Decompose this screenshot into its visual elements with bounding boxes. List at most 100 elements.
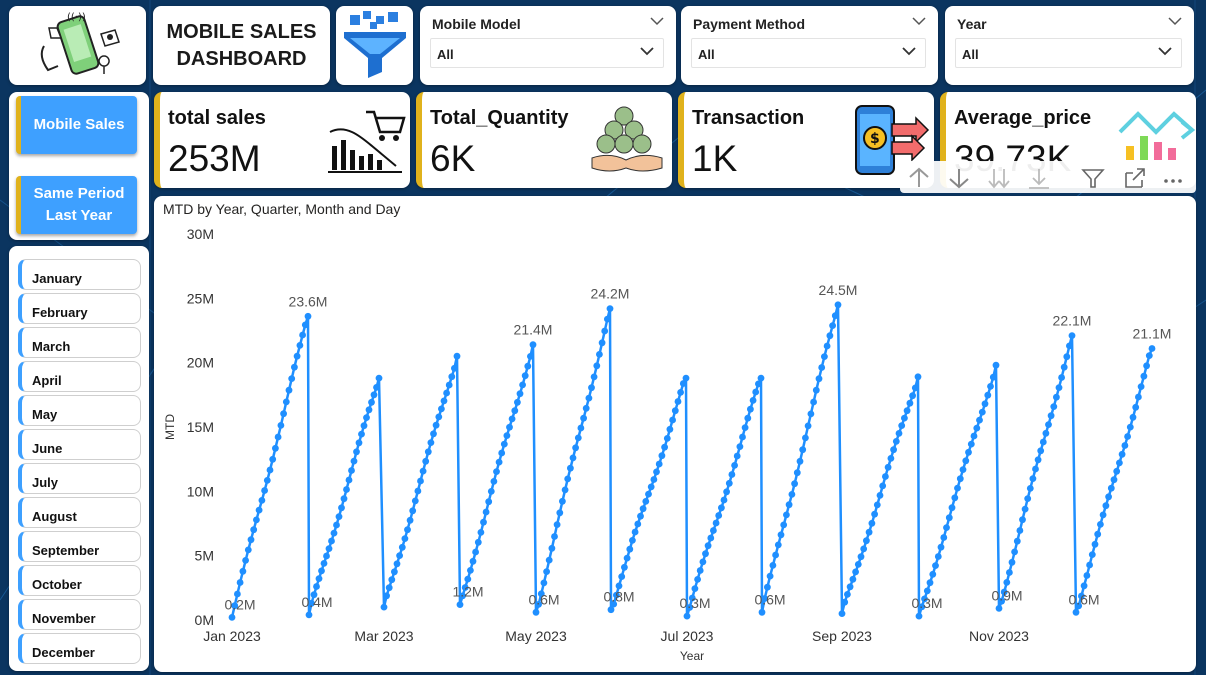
mobile-model-slicer[interactable]: Mobile Model All: [420, 6, 676, 85]
month-item-february[interactable]: February: [18, 293, 141, 324]
data-point: [863, 537, 870, 545]
data-point: [548, 544, 556, 552]
data-point: [250, 526, 258, 534]
data-point: [1140, 372, 1148, 380]
filter-panel-button[interactable]: [336, 6, 413, 85]
data-point: [815, 375, 823, 383]
data-point: [445, 381, 453, 389]
month-item-september[interactable]: September: [18, 531, 141, 562]
data-point: [1024, 495, 1032, 502]
data-point: [1113, 467, 1121, 475]
dashboard-title: MOBILE SALES DASHBOARD: [166, 20, 317, 70]
y-tick-label: 5M: [195, 548, 214, 564]
month-item-march[interactable]: March: [18, 327, 141, 358]
month-item-august[interactable]: August: [18, 497, 141, 528]
y-tick-label: 15M: [187, 419, 214, 435]
data-point: [255, 506, 263, 514]
data-point: [495, 458, 503, 466]
data-point: [404, 526, 411, 534]
data-point: [305, 611, 313, 619]
payment-method-slicer[interactable]: Payment Method All: [681, 6, 938, 85]
data-point: [934, 553, 942, 560]
data-point: [419, 467, 427, 475]
more-options-icon[interactable]: [1158, 165, 1188, 191]
data-point: [490, 478, 498, 485]
kpi-value: 1K: [692, 138, 738, 179]
data-point: [569, 454, 577, 462]
data-point: [313, 583, 320, 590]
data-point: [424, 448, 432, 456]
data-point: [545, 556, 553, 564]
data-point: [807, 410, 815, 418]
data-point: [1045, 421, 1052, 428]
chevron-down-icon[interactable]: [1168, 16, 1182, 26]
focus-mode-icon[interactable]: [1120, 165, 1150, 191]
year-slicer[interactable]: Year All: [945, 6, 1194, 85]
data-point: [480, 518, 487, 526]
data-point: [788, 491, 796, 498]
month-item-april[interactable]: April: [18, 361, 141, 392]
data-point: [943, 524, 950, 531]
data-point: [962, 457, 970, 465]
arrow-up-icon[interactable]: [904, 165, 934, 191]
data-point: [451, 364, 458, 372]
data-point: [370, 391, 378, 399]
data-point: [970, 432, 978, 440]
data-point: [976, 416, 983, 424]
data-point: [623, 554, 631, 562]
y-tick-label: 10M: [187, 483, 214, 499]
data-point: [266, 466, 274, 474]
x-tick-label: Jan 2023: [203, 628, 261, 644]
expand-down-icon[interactable]: [1024, 165, 1054, 191]
data-point: [823, 342, 831, 350]
data-point: [1135, 393, 1142, 401]
chevron-down-icon[interactable]: [912, 16, 926, 26]
data-point: [247, 536, 255, 544]
data-point: [777, 531, 785, 539]
data-label: 21.1M: [1133, 326, 1172, 342]
data-point: [320, 560, 328, 567]
month-item-june[interactable]: June: [18, 429, 141, 460]
data-point: [236, 579, 244, 586]
data-point: [639, 505, 647, 513]
y-tick-label: 20M: [187, 355, 214, 371]
month-item-may[interactable]: May: [18, 395, 141, 426]
arrow-down-icon[interactable]: [944, 165, 974, 191]
same-period-last-year-nav-button[interactable]: Same Period Last Year: [16, 176, 137, 234]
data-point: [752, 388, 760, 396]
year-dropdown[interactable]: All: [955, 38, 1182, 68]
data-point: [631, 528, 639, 536]
month-item-january[interactable]: January: [18, 259, 141, 290]
mobile-sales-nav-button[interactable]: Mobile Sales: [16, 96, 137, 154]
x-tick-label: Jul 2023: [661, 628, 714, 644]
data-point: [1068, 332, 1076, 339]
kpi-title: Transaction: [692, 107, 805, 129]
data-point: [253, 516, 260, 524]
slicer-label: Year: [957, 16, 987, 32]
filter-icon[interactable]: [1078, 165, 1108, 191]
data-point: [1097, 521, 1104, 528]
data-point: [1050, 403, 1058, 410]
month-item-october[interactable]: October: [18, 565, 141, 596]
data-point: [417, 477, 424, 485]
data-point: [1099, 511, 1107, 519]
data-point: [588, 384, 595, 392]
data-point: [1063, 353, 1071, 361]
data-point: [551, 533, 558, 540]
data-point: [710, 527, 717, 534]
data-point: [757, 374, 765, 382]
mobile-model-dropdown[interactable]: All: [430, 38, 664, 68]
double-arrow-down-icon[interactable]: [984, 165, 1014, 191]
mtd-line-chart[interactable]: MTD by Year, Quarter, Month and Day 0M 5M…: [154, 196, 1196, 672]
data-point: [398, 543, 406, 551]
month-item-december[interactable]: December: [18, 633, 141, 664]
chevron-down-icon[interactable]: [650, 16, 664, 26]
month-item-july[interactable]: July: [18, 463, 141, 494]
data-point: [1053, 393, 1060, 401]
data-point: [1126, 423, 1134, 431]
payment-method-dropdown[interactable]: All: [691, 38, 926, 68]
data-point: [995, 605, 1003, 612]
month-item-november[interactable]: November: [18, 599, 141, 630]
data-point: [707, 534, 715, 542]
data-point: [1011, 548, 1018, 556]
